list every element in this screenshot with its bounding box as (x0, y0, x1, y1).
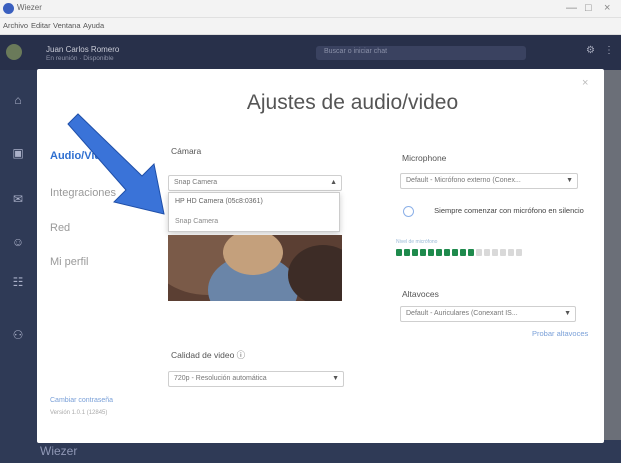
microphone-selected-value: Default - Micrófono externo (Conex... (406, 177, 521, 184)
user-name: Juan Carlos Romero (46, 45, 120, 54)
test-speakers-link[interactable]: Probar altavoces (532, 329, 588, 338)
close-window-button[interactable]: × (604, 2, 610, 14)
mic-level-meter (396, 249, 524, 257)
mic-level-segment (404, 249, 410, 256)
window-title: Wiezer (17, 3, 42, 12)
speakers-selected-value: Default - Auriculares (Conexant IS... (406, 310, 518, 317)
caret-down-icon: ▼ (566, 177, 573, 184)
mic-level-segment (468, 249, 474, 256)
nav-item-red[interactable]: Red (50, 222, 70, 234)
brand-logo: Wiezer (40, 444, 78, 458)
home-icon[interactable]: ⌂ (8, 93, 28, 107)
group-icon[interactable]: ☷ (8, 275, 28, 289)
preview-blur-4 (288, 245, 342, 301)
app-footer (37, 440, 621, 463)
mic-level-segment (444, 249, 450, 256)
mute-on-start-toggle[interactable] (403, 206, 414, 217)
mic-level-segment (460, 249, 466, 256)
settings-gear-icon[interactable]: ⚙ (586, 45, 595, 56)
maximize-button[interactable]: □ (585, 2, 592, 14)
mute-on-start-label: Siempre comenzar con micrófono en silenc… (434, 206, 584, 215)
team-icon[interactable]: ⚇ (8, 328, 28, 342)
minimize-button[interactable]: — (566, 2, 577, 14)
camera-dropdown-menu: HP HD Camera (05c8:0361) Snap Camera (168, 192, 340, 232)
caret-down-icon: ▼ (564, 310, 571, 317)
caret-down-icon: ▼ (332, 375, 339, 382)
close-modal-button[interactable]: × (582, 77, 588, 89)
camera-preview (168, 235, 342, 301)
camera-select[interactable]: Snap Camera ▲ (168, 175, 342, 191)
mic-level-segment (492, 249, 498, 256)
more-options-icon[interactable]: ⋮ (604, 45, 614, 56)
side-rail: ⌂ ▣ ✉ ☺ ☷ ⚇ (0, 70, 37, 463)
menu-editar[interactable]: Editar (31, 21, 51, 30)
mic-level-segment (476, 249, 482, 256)
microphone-label: Microphone (402, 153, 447, 163)
app-header: Juan Carlos Romero En reunión · Disponib… (0, 35, 621, 70)
menu-bar: Archivo Editar Ventana Ayuda (0, 18, 621, 35)
window-titlebar: Wiezer — □ × (0, 0, 621, 18)
mic-level-segment (484, 249, 490, 256)
annotation-arrow-icon (67, 113, 165, 215)
chat-icon[interactable]: ✉ (8, 192, 28, 206)
menu-ayuda[interactable]: Ayuda (83, 21, 104, 30)
microphone-select[interactable]: Default - Micrófono externo (Conex... ▼ (400, 173, 578, 189)
change-password-link[interactable]: Cambiar contraseña (50, 397, 113, 404)
mic-level-label: Nivel de micrófono (396, 239, 438, 245)
mic-level-segment (428, 249, 434, 256)
mic-level-segment (412, 249, 418, 256)
nav-item-mi-perfil[interactable]: Mi perfil (50, 256, 89, 268)
mic-level-segment (452, 249, 458, 256)
mic-level-segment (516, 249, 522, 256)
avatar[interactable] (6, 44, 22, 60)
calendar-icon[interactable]: ▣ (8, 146, 28, 160)
menu-ventana[interactable]: Ventana (53, 21, 81, 30)
mic-level-segment (436, 249, 442, 256)
mic-level-segment (508, 249, 514, 256)
mic-level-segment (500, 249, 506, 256)
camera-option-hp[interactable]: HP HD Camera (05c8:0361) (175, 198, 263, 205)
version-text: Versión 1.0.1 (12845) (50, 410, 108, 416)
video-quality-label: Calidad de video ⓘ (171, 350, 246, 360)
app-logo-icon (3, 3, 14, 14)
mic-level-segment (396, 249, 402, 256)
search-input[interactable]: Buscar o iniciar chat (316, 46, 526, 60)
user-status: En reunión · Disponible (46, 55, 114, 62)
video-quality-select[interactable]: 720p - Resolución automática ▼ (168, 371, 344, 387)
speakers-label: Altavoces (402, 289, 439, 299)
mic-level-segment (420, 249, 426, 256)
menu-archivo[interactable]: Archivo (3, 21, 28, 30)
speakers-select[interactable]: Default - Auriculares (Conexant IS... ▼ (400, 306, 576, 322)
contacts-icon[interactable]: ☺ (8, 235, 28, 249)
video-quality-selected-value: 720p - Resolución automática (174, 375, 267, 382)
caret-up-icon: ▲ (330, 179, 337, 186)
